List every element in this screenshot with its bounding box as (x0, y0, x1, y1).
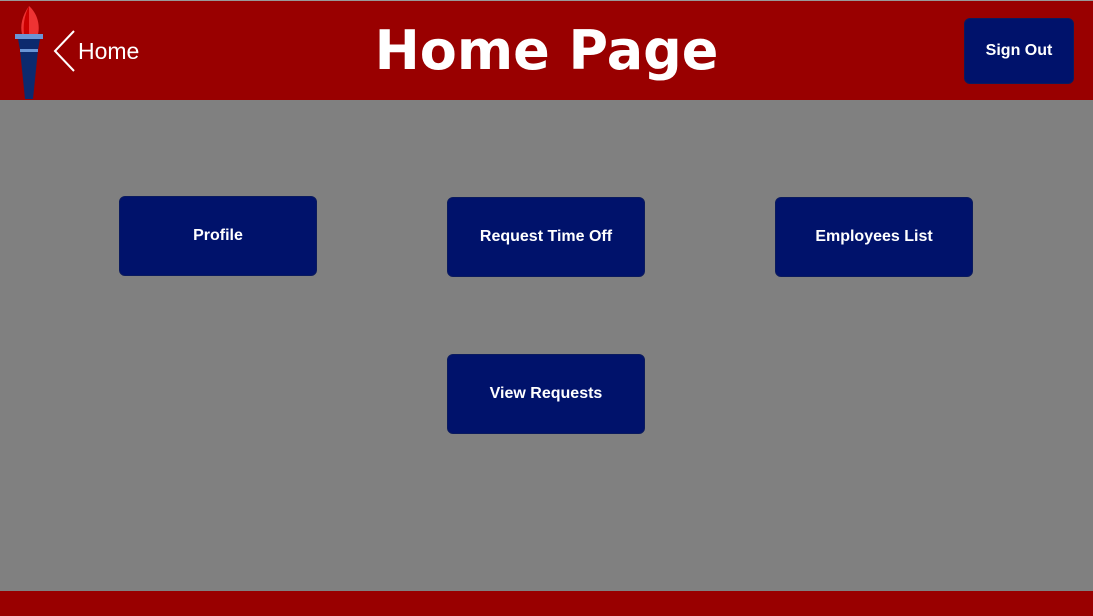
employees-list-button[interactable]: Employees List (775, 197, 973, 277)
sign-out-button[interactable]: Sign Out (964, 18, 1074, 84)
footer-bar (0, 591, 1093, 616)
request-time-off-button[interactable]: Request Time Off (447, 197, 645, 277)
profile-button[interactable]: Profile (119, 196, 317, 276)
page-title: Home Page (374, 19, 719, 82)
header-bar: Home Home Page Sign Out (0, 1, 1093, 100)
view-requests-button[interactable]: View Requests (447, 354, 645, 434)
